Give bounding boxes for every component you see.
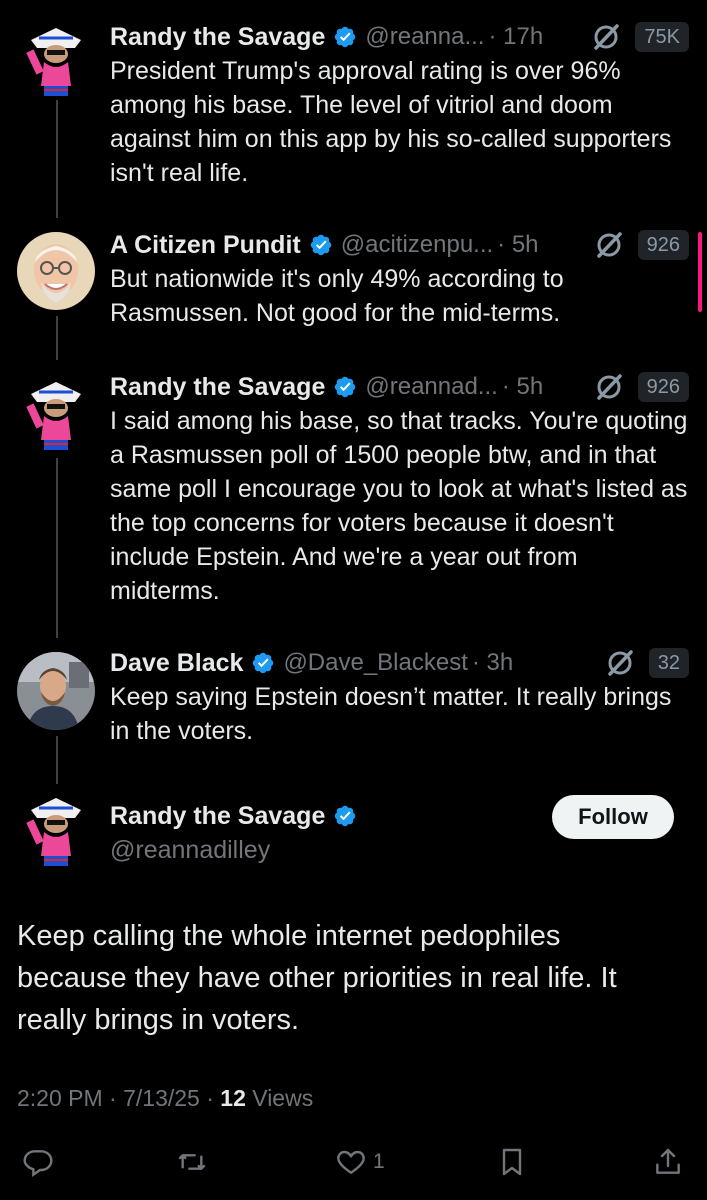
action-bar: 1 (0, 1140, 707, 1190)
verified-badge-icon (335, 376, 356, 398)
avatar-dave-black[interactable] (17, 652, 95, 730)
author-handle[interactable]: @acitizenpu... (341, 231, 493, 259)
count-badge: 75K (635, 22, 689, 52)
avatar-randy[interactable] (17, 374, 95, 452)
scroll-indicator[interactable] (698, 232, 702, 312)
heart-icon (337, 1150, 365, 1175)
verified-badge-icon (253, 652, 274, 674)
reply-icon (23, 1150, 53, 1177)
bookmark-icon (502, 1148, 522, 1176)
author-name[interactable]: Randy the Savage (110, 373, 325, 402)
thread-connector (56, 100, 58, 218)
share-icon (656, 1148, 680, 1174)
count-badge: 926 (637, 230, 689, 260)
views-count: 12 (220, 1085, 246, 1111)
bookmark-button[interactable] (496, 1146, 528, 1178)
tweet-text: Keep saying Epstein doesn’t matter. It r… (110, 683, 672, 745)
author-handle[interactable]: @Dave_Blackest (283, 649, 467, 677)
like-count: 1 (373, 1150, 385, 1173)
tweet-text: President Trump's approval rating is ove… (110, 57, 672, 187)
tweet-time: · 3h (471, 649, 514, 676)
tweet-text: But nationwide it's only 49% according t… (110, 265, 564, 327)
avatar-citizen-pundit[interactable] (17, 232, 95, 310)
repost-icon (178, 1154, 206, 1170)
thread-connector (56, 458, 58, 638)
author-name[interactable]: Randy the Savage (110, 802, 325, 831)
main-tweet-text: Keep calling the whole internet pedophil… (17, 920, 617, 1036)
grok-icon[interactable] (605, 648, 635, 678)
tweet-time: · 17h (488, 23, 544, 50)
tweet-timestamp[interactable]: 2:20 PM · 7/13/25 · (17, 1085, 220, 1111)
count-badge: 32 (648, 648, 689, 678)
repost-button[interactable] (176, 1146, 208, 1178)
author-name[interactable]: Randy the Savage (110, 23, 325, 52)
like-button[interactable]: 1 (335, 1146, 385, 1178)
author-handle[interactable]: @reanna... (365, 23, 484, 51)
tweet-time: · 5h (497, 231, 539, 258)
views-label: Views (245, 1085, 314, 1111)
share-button[interactable] (652, 1146, 684, 1178)
grok-icon[interactable] (594, 230, 624, 260)
avatar-randy[interactable] (17, 20, 95, 98)
follow-button[interactable]: Follow (552, 795, 674, 839)
author-name[interactable]: A Citizen Pundit (110, 231, 301, 260)
thread-connector (56, 316, 58, 360)
tweet-time: · 5h (501, 373, 544, 400)
tweet-meta: 2:20 PM · 7/13/25 · 12 Views (17, 1085, 313, 1112)
grok-icon[interactable] (594, 372, 624, 402)
thread-connector (56, 736, 58, 784)
avatar-randy-main[interactable] (17, 790, 95, 868)
author-name[interactable]: Dave Black (110, 649, 243, 678)
main-tweet-header: Randy the Savage @reannadilley (110, 796, 357, 865)
verified-badge-icon (335, 26, 356, 48)
author-handle[interactable]: @reannad... (365, 373, 497, 401)
verified-badge-icon (310, 234, 331, 256)
reply-button[interactable] (22, 1146, 54, 1178)
grok-icon[interactable] (591, 22, 621, 52)
author-handle[interactable]: @reannadilley (110, 836, 357, 865)
verified-badge-icon (335, 805, 356, 827)
count-badge: 926 (637, 372, 689, 402)
tweet-text: I said among his base, so that tracks. Y… (110, 407, 688, 605)
